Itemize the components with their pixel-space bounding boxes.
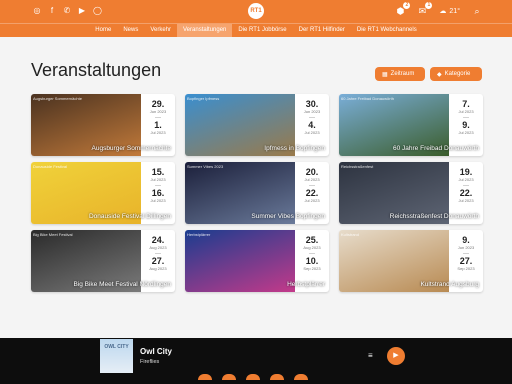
channel-tab[interactable] [198,374,212,380]
event-card[interactable]: Herbstplärrer Herbstplärrer 25. Aug 2023—10… [185,230,329,292]
notification-badge: 2 [403,2,411,9]
phone-icon[interactable]: ✆ [63,7,71,15]
top-right-icons: ⬢ 2 ✉ 1 ☁ 21° ⌕ [395,2,482,16]
start-day: 7. [462,99,470,109]
end-day: 22. [459,188,473,198]
end-day: 1. [154,120,162,130]
temperature: 21° [449,7,460,15]
channel-tab[interactable] [246,374,260,380]
playlist-icon[interactable]: ≡ [368,352,377,360]
end-month: Jul 2023 [304,198,320,203]
start-day: 24. [151,235,165,245]
end-day: 9. [462,120,470,130]
end-month: Jul 2023 [150,130,166,135]
nav-item-veranstaltungen[interactable]: Veranstaltungen [177,24,233,37]
nav-item-hilfinder[interactable]: Der RT1 Hilfinder [293,24,351,37]
event-card[interactable]: Reichsstraßenfest Reichsstraßenfest Donau… [339,162,483,224]
channel-tabs [198,374,308,380]
event-category: Reichsstraßenfest [341,164,374,169]
cloud-icon: ☁ [439,8,447,15]
start-day: 15. [151,167,165,177]
start-day: 19. [459,167,473,177]
event-card[interactable]: Bopfinger Ipfmess Ipfmess in Bopfingen 30.… [185,94,329,156]
end-day: 4. [308,120,316,130]
channel-tab[interactable] [294,374,308,380]
start-day: 25. [305,235,319,245]
end-day: 22. [305,188,319,198]
notifications-icon[interactable]: ⬢ 2 [395,2,411,16]
end-month: Jul 2023 [304,130,320,135]
end-day: 27. [151,256,165,266]
social-links: ◎ f ✆ ▶ ◯ [33,7,102,15]
end-month: Sep 2023 [303,266,321,271]
end-month: Jul 2023 [458,198,474,203]
zeitraum-filter-button[interactable]: ▦ Zeitraum [375,67,425,81]
nav-item-jobboerse[interactable]: Die RT1 Jobbörse [232,24,292,37]
event-card[interactable]: Kultstrand Kultstrand Augsburg 9. Jun 2023—… [339,230,483,292]
play-button[interactable]: ▶ [387,347,405,365]
event-card[interactable]: 60 Jahre Freibad Donauwörth 60 Jahre Frei… [339,94,483,156]
nav-item-verkehr[interactable]: Verkehr [144,24,177,37]
kategorie-filter-button[interactable]: ◆ Kategorie [430,67,482,81]
nav-item-home[interactable]: Home [89,24,117,37]
event-card[interactable]: Summer Vibes 2023 Summer Vibes Bopfingen 2… [185,162,329,224]
event-category: Herbstplärrer [187,232,211,237]
tag-icon: ◆ [437,71,442,78]
event-dates: 20. Jul 2023—22. Jul 2023 [295,162,329,224]
end-day: 16. [151,188,165,198]
event-category: Big Bike Meet Festival [33,232,73,237]
end-day: 27. [459,256,473,266]
main-nav: Home News Verkehr Veranstaltungen Die RT… [0,23,512,37]
event-category: Donauside Festival [33,164,68,169]
zeitraum-label: Zeitraum [390,71,415,77]
youtube-icon[interactable]: ▶ [78,7,86,15]
event-dates: 7. Jul 2023—9. Jul 2023 [449,94,483,156]
end-month: Jul 2023 [458,130,474,135]
chat-badge: 1 [425,2,433,9]
page-title: Veranstaltungen [31,60,162,80]
end-month: Sep 2023 [457,266,475,271]
end-day: 10. [305,256,319,266]
event-category: Summer Vibes 2023 [187,164,224,169]
event-dates: 15. Jul 2023—16. Jul 2023 [141,162,175,224]
event-card[interactable]: Big Bike Meet Festival Big Bike Meet Fest… [31,230,175,292]
channel-tab[interactable] [270,374,284,380]
start-day: 29. [151,99,165,109]
event-dates: 24. Aug 2023—27. Aug 2023 [141,230,175,292]
event-dates: 25. Aug 2023—10. Sep 2023 [295,230,329,292]
start-day: 30. [305,99,319,109]
event-card[interactable]: Donauside Festival Donauside Festival Dil… [31,162,175,224]
player-artist: Owl City [140,347,173,356]
nav-item-webchannels[interactable]: Die RT1 Webchannels [351,24,423,37]
start-day: 20. [305,167,319,177]
search-icon[interactable]: ⌕ [472,6,482,16]
player-song: Fireflies [140,359,160,365]
whatsapp-icon[interactable]: ◯ [93,7,102,15]
rt1-logo[interactable]: RT1 [248,3,264,19]
facebook-icon[interactable]: f [48,7,56,15]
instagram-icon[interactable]: ◎ [33,7,41,15]
event-dates: 9. Jun 2023—27. Sep 2023 [449,230,483,292]
nav-item-news[interactable]: News [117,24,144,37]
event-dates: 30. Jun 2023—4. Jul 2023 [295,94,329,156]
event-category: Kultstrand [341,232,360,237]
weather-widget[interactable]: ☁ 21° [439,7,460,16]
channel-tab[interactable] [222,374,236,380]
event-card[interactable]: Augsburger Sommernächte Augsburger Sommer… [31,94,175,156]
start-day: 9. [462,235,470,245]
event-category: 60 Jahre Freibad Donauwörth [341,96,394,101]
album-cover: OWL CITY [100,339,133,373]
top-bar: ◎ f ✆ ▶ ◯ RT1 ⬢ 2 ✉ 1 ☁ 21° ⌕ [0,0,512,23]
event-dates: 29. Jun 2023—1. Jul 2023 [141,94,175,156]
kategorie-label: Kategorie [444,71,471,77]
calendar-icon: ▦ [382,71,388,78]
event-category: Augsburger Sommernächte [33,96,82,101]
chat-icon[interactable]: ✉ 1 [417,2,433,16]
event-dates: 19. Jul 2023—22. Jul 2023 [449,162,483,224]
event-category: Bopfinger Ipfmess [187,96,220,101]
end-month: Jul 2023 [150,198,166,203]
end-month: Aug 2023 [149,266,167,271]
